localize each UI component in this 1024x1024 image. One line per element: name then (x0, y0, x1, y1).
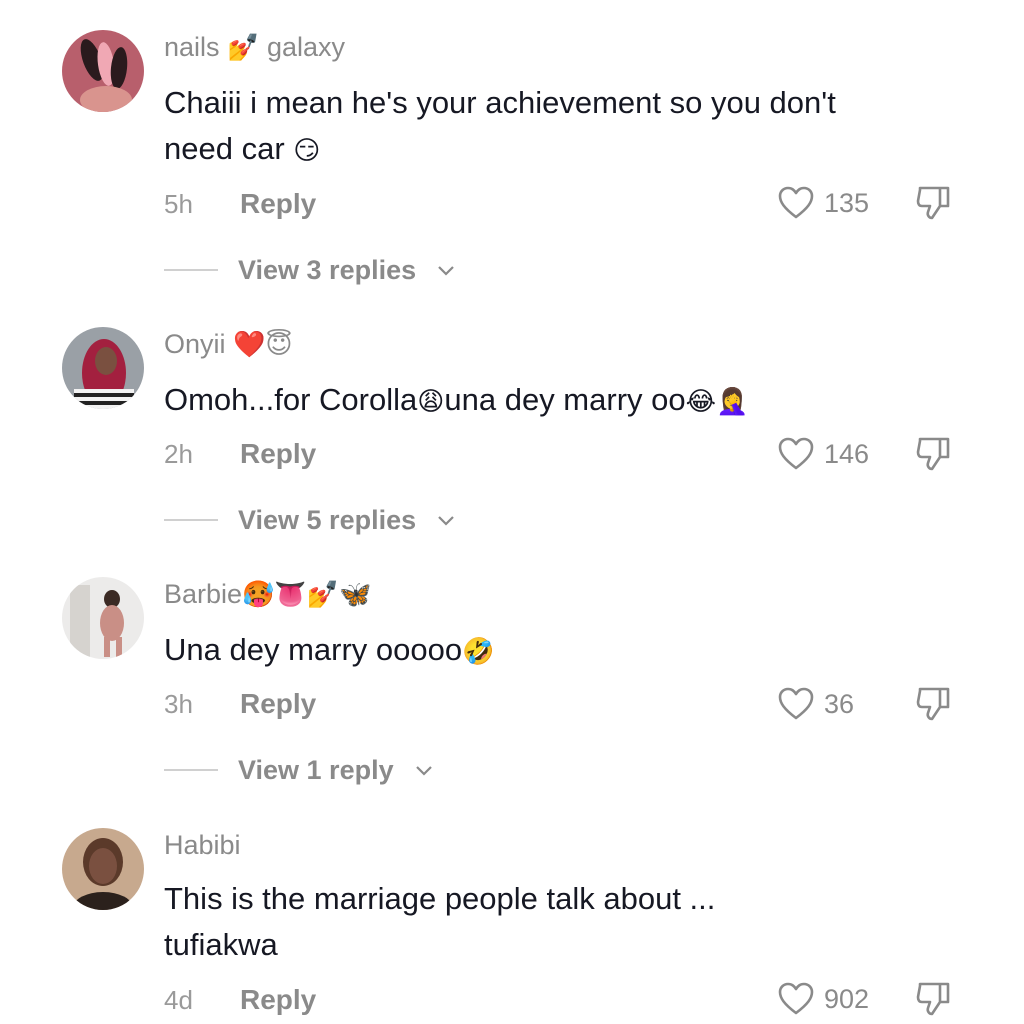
username[interactable]: Onyii ❤️😇 (164, 327, 293, 362)
view-replies-label: View 3 replies (238, 255, 417, 285)
rofl-emoji: 🤣 (462, 637, 495, 667)
comment-time: 3h (164, 689, 193, 719)
comment-text: This is the marriage people talk about .… (164, 881, 716, 962)
like-count: 902 (824, 984, 870, 1014)
reply-button[interactable]: Reply (240, 985, 316, 1015)
like-count: 146 (824, 439, 870, 469)
comment-text: Omoh...for Corolla😩una dey marry oo😂🤦‍♀️ (164, 382, 749, 417)
divider (164, 519, 218, 521)
view-replies-label: View 5 replies (238, 505, 417, 535)
like-count: 36 (824, 689, 855, 719)
username-emojis: 🥵👅💅🦋 (242, 580, 372, 610)
heart-outline-icon (778, 982, 814, 1015)
heart-halo-emoji: ❤️😇 (233, 330, 293, 360)
avatar[interactable] (62, 30, 144, 112)
comment: Habibi This is the marriage people talk … (0, 828, 1024, 1024)
comment-text: Chaiii i mean he's your achievement so y… (164, 85, 836, 166)
divider (164, 769, 218, 771)
heart-outline-icon (778, 186, 814, 219)
chevron-down-icon (438, 266, 454, 276)
like-count: 135 (824, 188, 870, 218)
username[interactable]: Habibi (164, 828, 241, 862)
username[interactable]: Barbie🥵👅💅🦋 (164, 577, 372, 612)
thumbs-down-icon[interactable] (914, 978, 954, 1018)
comment: nails 💅 galaxy Chaiii i mean he's your a… (0, 30, 1024, 290)
reply-button[interactable]: Reply (240, 689, 316, 719)
thumbs-down-icon[interactable] (914, 433, 954, 473)
like-button[interactable]: 146 (778, 437, 869, 471)
smirk-emoji: 😏 (293, 136, 321, 166)
thumbs-down-icon[interactable] (914, 182, 954, 222)
chevron-down-icon (415, 766, 432, 776)
like-button[interactable]: 36 (778, 687, 854, 721)
heart-outline-icon (778, 437, 814, 470)
comment: Onyii ❤️😇 Omoh...for Corolla😩una dey mar… (0, 327, 1024, 547)
view-replies-button[interactable]: View 3 replies (164, 255, 456, 285)
like-button[interactable]: 135 (778, 186, 869, 220)
comment: Barbie🥵👅💅🦋 Una dey marry ooooo🤣 3h Reply… (0, 577, 1024, 797)
view-replies-label: View 1 reply (238, 755, 394, 785)
nail-polish-emoji: 💅 (227, 33, 260, 63)
username[interactable]: nails 💅 galaxy (164, 30, 345, 65)
avatar[interactable] (62, 577, 144, 659)
weary-emoji: 😩 (417, 387, 445, 417)
laugh-facepalm-emoji: 😂🤦‍♀️ (685, 387, 749, 417)
comment-time: 4d (164, 985, 193, 1015)
avatar[interactable] (62, 828, 144, 910)
view-replies-button[interactable]: View 5 replies (164, 505, 456, 535)
divider (164, 269, 218, 271)
chevron-down-icon (438, 516, 454, 526)
reply-button[interactable]: Reply (240, 189, 316, 219)
like-button[interactable]: 902 (778, 982, 869, 1016)
comment-time: 2h (164, 439, 193, 469)
comment-time: 5h (164, 189, 193, 219)
heart-outline-icon (778, 687, 814, 720)
avatar[interactable] (62, 327, 144, 409)
thumbs-down-icon[interactable] (914, 683, 954, 723)
view-replies-button[interactable]: View 1 reply (164, 755, 434, 785)
comment-text: Una dey marry ooooo🤣 (164, 632, 495, 667)
reply-button[interactable]: Reply (240, 439, 316, 469)
